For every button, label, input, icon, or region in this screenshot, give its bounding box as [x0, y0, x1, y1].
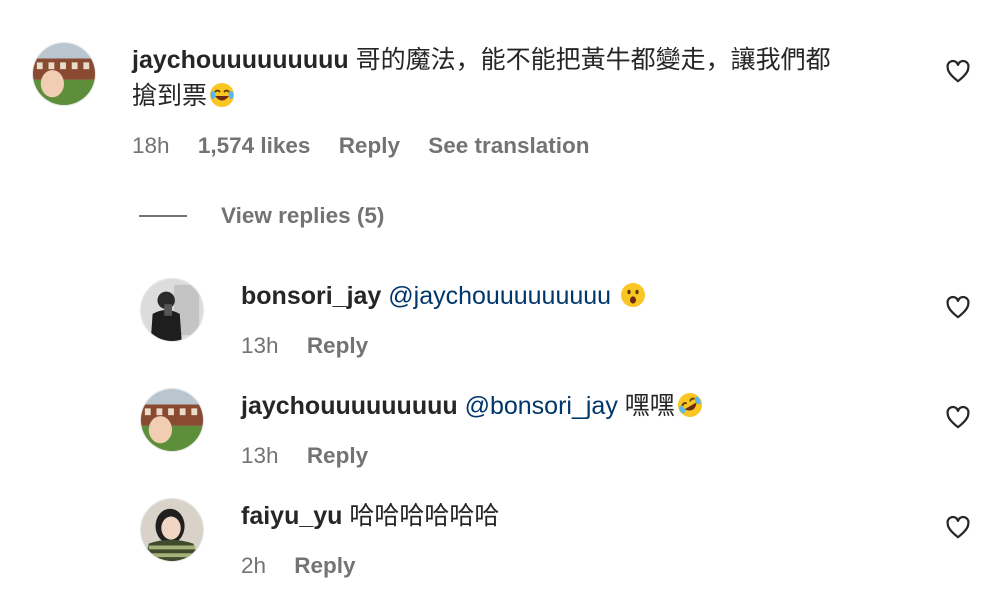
reply-mention[interactable]: @bonsori_jay — [465, 392, 618, 420]
heart-icon[interactable] — [945, 405, 971, 431]
reply-mention[interactable]: @jaychouuuuuuuuu — [388, 282, 611, 310]
reply-line: jaychouuuuuuuuu @bonsori_jay 嘿嘿 — [241, 388, 703, 424]
avatar[interactable] — [140, 278, 204, 342]
heart-icon[interactable] — [945, 295, 971, 321]
heart-icon[interactable] — [945, 515, 971, 541]
comment-text: 哥的魔法，能不能把黃牛都變走，讓我們都 — [355, 46, 831, 74]
reply-time: 13h — [241, 333, 279, 358]
comment-time: 18h — [132, 133, 170, 158]
comment-text-line-2: 搶到票 — [132, 78, 235, 114]
face-with-tears-of-joy-icon — [209, 82, 235, 108]
reply-time: 13h — [241, 443, 279, 468]
reply-meta: 13h Reply — [241, 442, 390, 470]
rolling-on-the-floor-laughing-icon — [677, 392, 703, 418]
view-replies-button[interactable]: View replies (5) — [139, 200, 384, 232]
avatar[interactable] — [140, 498, 204, 562]
comment-meta: 18h 1,574 likes Reply See translation — [132, 132, 612, 160]
avatar[interactable] — [140, 388, 204, 452]
reply-button[interactable]: Reply — [294, 553, 355, 578]
reply-line: faiyu_yu 哈哈哈哈哈哈 — [241, 498, 499, 534]
heart-icon[interactable] — [945, 59, 971, 85]
comment-username[interactable]: jaychouuuuuuuuu — [132, 46, 349, 74]
comment-likes[interactable]: 1,574 likes — [198, 133, 311, 158]
reply-time: 2h — [241, 553, 267, 578]
reply-meta: 2h Reply — [241, 552, 378, 580]
reply-username[interactable]: jaychouuuuuuuuu — [241, 392, 458, 420]
reply-username[interactable]: faiyu_yu — [241, 502, 342, 530]
reply-button[interactable]: Reply — [307, 443, 368, 468]
comment-reply-button[interactable]: Reply — [339, 133, 400, 158]
reply-meta: 13h Reply — [241, 332, 390, 360]
reply-line: bonsori_jay @jaychouuuuuuuuu — [241, 278, 646, 314]
comment-text-continued: 搶到票 — [132, 82, 208, 110]
see-translation-button[interactable]: See translation — [428, 133, 589, 158]
view-replies-divider — [139, 215, 187, 217]
view-replies-label: View replies (5) — [221, 203, 385, 228]
reply-username[interactable]: bonsori_jay — [241, 282, 381, 310]
comment-text-line-1: jaychouuuuuuuuu 哥的魔法，能不能把黃牛都變走，讓我們都 — [132, 42, 831, 78]
reply-text: 嘿嘿 — [624, 392, 675, 420]
hushed-face-icon — [620, 282, 646, 308]
reply-button[interactable]: Reply — [307, 333, 368, 358]
avatar[interactable] — [32, 42, 96, 106]
reply-text: 哈哈哈哈哈哈 — [349, 502, 500, 530]
